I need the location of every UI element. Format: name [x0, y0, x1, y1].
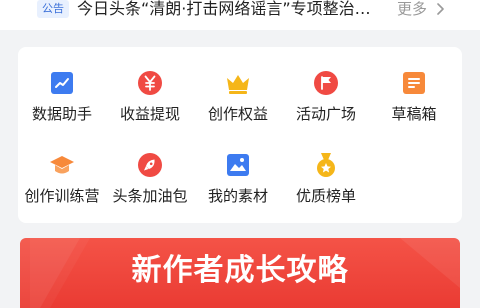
rocket-icon — [136, 151, 164, 179]
graduation-cap-icon — [48, 151, 76, 179]
tool-creator-rights[interactable]: 创作权益 — [194, 47, 282, 127]
banner-title: 新作者成长攻略 — [131, 253, 349, 288]
tool-my-materials[interactable]: 我的素材 — [194, 129, 282, 209]
notice-text[interactable]: 今日头条“清朗·打击网络谣言”专项整治… — [77, 0, 387, 20]
tool-earnings-withdraw[interactable]: 收益提现 — [106, 47, 194, 127]
tool-label: 收益提现 — [119, 105, 180, 123]
tool-label: 活动广场 — [295, 105, 356, 123]
more-link[interactable]: 更多 — [397, 0, 427, 20]
notice-badge: 公告 — [37, 0, 69, 18]
tool-label: 优质榜单 — [295, 187, 356, 205]
tool-activity-square[interactable]: 活动广场 — [282, 47, 370, 127]
tools-card: 数据助手 收益提现 创作权益 活动广场 草稿箱 创作训练营 头条加油包 我的素材… — [18, 47, 462, 223]
tool-label: 头条加油包 — [112, 187, 188, 205]
tool-label: 创作权益 — [207, 105, 268, 123]
tool-label: 数据助手 — [31, 105, 92, 123]
tool-label: 草稿箱 — [391, 105, 437, 123]
tool-label: 创作训练营 — [24, 187, 100, 205]
tool-label: 我的素材 — [207, 187, 268, 205]
chevron-right-icon[interactable] — [434, 3, 446, 15]
flag-icon — [312, 69, 340, 97]
image-icon — [224, 151, 252, 179]
tool-creator-camp[interactable]: 创作训练营 — [18, 129, 106, 209]
medal-icon — [312, 151, 340, 179]
tool-quality-ranking[interactable]: 优质榜单 — [282, 129, 370, 209]
tool-data-assistant[interactable]: 数据助手 — [18, 47, 106, 127]
document-icon — [400, 69, 428, 97]
yen-icon — [136, 69, 164, 97]
growth-guide-banner[interactable]: 新作者成长攻略 — [20, 238, 460, 308]
crown-icon — [224, 69, 252, 97]
tool-boost-pack[interactable]: 头条加油包 — [106, 129, 194, 209]
tool-drafts[interactable]: 草稿箱 — [370, 47, 458, 127]
chart-icon — [48, 69, 76, 97]
notice-bar[interactable]: 公告 今日头条“清朗·打击网络谣言”专项整治… 更多 — [0, 0, 480, 30]
